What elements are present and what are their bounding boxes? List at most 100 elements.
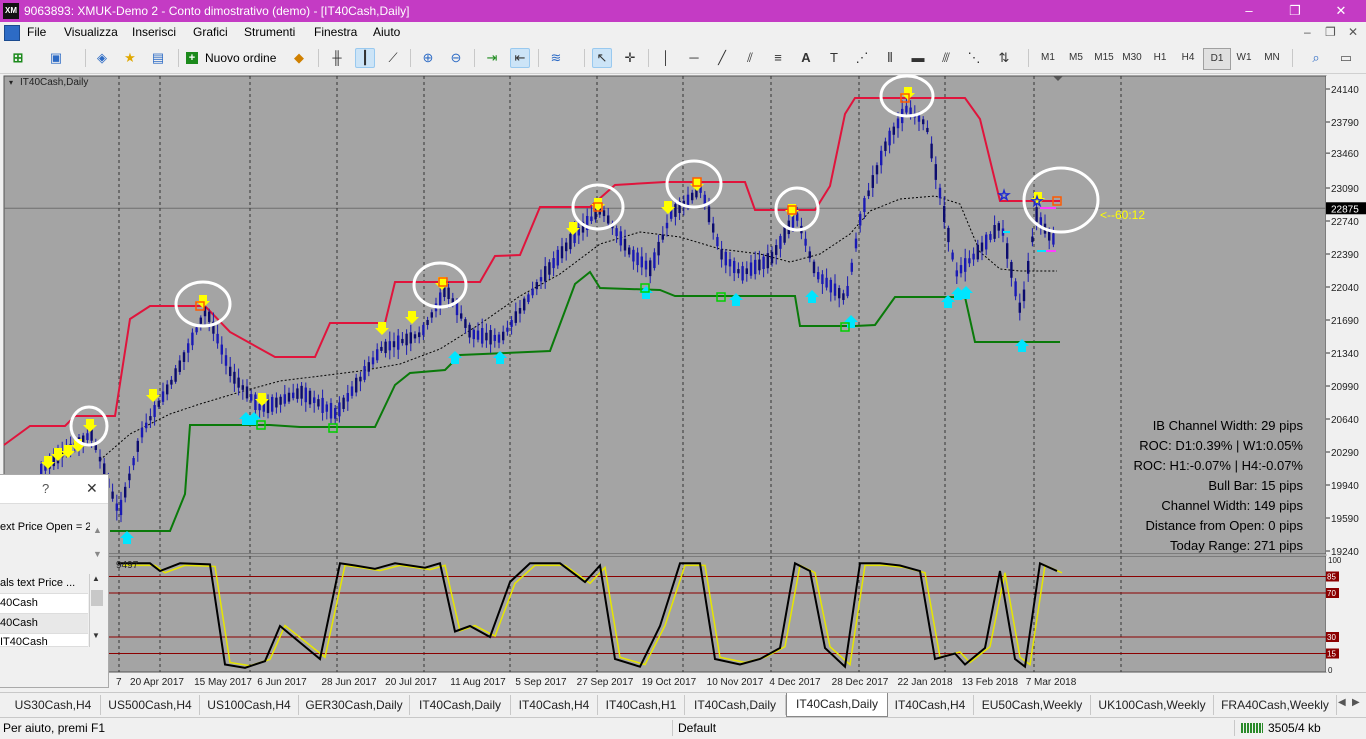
- candle-body: [502, 331, 505, 341]
- close-icon[interactable]: ✕: [86, 480, 98, 497]
- auto-trading-icon[interactable]: ◆: [289, 48, 309, 68]
- candle-body: [943, 206, 946, 222]
- tab-it40cash-daily[interactable]: IT40Cash,Daily: [410, 695, 511, 715]
- timeframe-mn[interactable]: MN: [1259, 48, 1285, 68]
- fibonacci-icon[interactable]: ≡: [768, 48, 788, 68]
- tab-us500cash-h4[interactable]: US500Cash,H4: [101, 695, 200, 715]
- candle-body: [115, 503, 118, 511]
- tab-it40cash-daily-active[interactable]: IT40Cash,Daily: [786, 693, 888, 717]
- timeframe-w1[interactable]: W1: [1231, 48, 1257, 68]
- chevron-left-icon[interactable]: ◀: [1338, 697, 1346, 708]
- menu-file[interactable]: File: [27, 25, 46, 39]
- candle-body: [304, 387, 307, 403]
- terminal-icon[interactable]: ▤: [148, 48, 168, 68]
- arrows-icon[interactable]: ⇅: [994, 48, 1014, 68]
- candle-body: [237, 377, 240, 388]
- channel-icon[interactable]: ⫻: [936, 48, 956, 68]
- timeframe-h1[interactable]: H1: [1147, 48, 1173, 68]
- candle-body: [489, 330, 492, 345]
- menu-visualizza[interactable]: Visualizza: [64, 25, 118, 39]
- menu-inserisci[interactable]: Inserisci: [132, 25, 176, 39]
- timeframe-d1[interactable]: D1: [1203, 48, 1231, 70]
- crosshair-icon[interactable]: ✛: [620, 48, 640, 68]
- text-label-icon[interactable]: T: [824, 48, 844, 68]
- rectangle-icon[interactable]: ▬: [908, 48, 928, 68]
- chart-window-icon[interactable]: [4, 25, 20, 41]
- chevron-down-icon[interactable]: ▼: [93, 549, 102, 559]
- market-watch-icon[interactable]: ◈: [92, 48, 112, 68]
- tab-it40cash-daily[interactable]: IT40Cash,Daily: [685, 695, 786, 715]
- vertical-line-icon[interactable]: │: [656, 48, 676, 68]
- timeframe-m1[interactable]: M1: [1035, 48, 1061, 68]
- minimize-button[interactable]: –: [1234, 2, 1264, 20]
- candlestick-chart-icon[interactable]: ┃: [355, 48, 375, 68]
- tab-it40cash-h4[interactable]: IT40Cash,H4: [887, 695, 974, 715]
- candle-body: [476, 330, 480, 340]
- tab-us30cash-h4[interactable]: US30Cash,H4: [6, 695, 101, 715]
- list-header[interactable]: als text Price ...: [0, 574, 88, 594]
- price-chart[interactable]: ☆ ☆ 2414023790234602309022740223902204021…: [0, 74, 1366, 690]
- chart-shift-icon[interactable]: ⇤: [510, 48, 530, 68]
- tab-us100cash-h4[interactable]: US100Cash,H4: [200, 695, 299, 715]
- equidistant-channel-icon[interactable]: ⫽: [740, 48, 760, 68]
- candle-body: [829, 279, 832, 293]
- tab-ger30cash-daily[interactable]: GER30Cash,Daily: [299, 695, 410, 715]
- tab-it40cash-h4[interactable]: IT40Cash,H4: [511, 695, 598, 715]
- new-chart-icon[interactable]: ⊞: [8, 48, 28, 68]
- tab-uk100cash-weekly[interactable]: UK100Cash,Weekly: [1091, 695, 1214, 715]
- candle-body: [653, 252, 656, 269]
- tab-it40cash-h1[interactable]: IT40Cash,H1: [598, 695, 685, 715]
- timeframe-m15[interactable]: M15: [1091, 48, 1117, 68]
- scroll-thumb[interactable]: [91, 590, 103, 606]
- chevron-up-icon[interactable]: ▲: [93, 525, 102, 535]
- chevron-up-icon[interactable]: ▲: [92, 574, 100, 583]
- trendline-icon[interactable]: ╱: [712, 48, 732, 68]
- mdi-close-button[interactable]: ✕: [1348, 25, 1358, 39]
- menu-strumenti[interactable]: Strumenti: [244, 25, 295, 39]
- mdi-minimize-button[interactable]: –: [1304, 25, 1311, 39]
- cursor-icon[interactable]: ↖: [592, 48, 612, 68]
- text-icon[interactable]: A: [796, 48, 816, 68]
- menu-aiuto[interactable]: Aiuto: [373, 25, 400, 39]
- new-order-icon[interactable]: +: [186, 52, 198, 64]
- restore-button[interactable]: ❐: [1280, 2, 1310, 20]
- chevron-right-icon[interactable]: ▶: [1352, 697, 1360, 708]
- zoom-in-icon[interactable]: ⊕: [418, 48, 438, 68]
- candle-body: [346, 392, 349, 402]
- chevron-down-icon[interactable]: ▼: [92, 631, 100, 640]
- menu-grafici[interactable]: Grafici: [193, 25, 228, 39]
- tab-fra40cash-weekly[interactable]: FRA40Cash,Weekly: [1214, 695, 1337, 715]
- close-button[interactable]: ✕: [1326, 2, 1356, 20]
- help-icon[interactable]: ?: [42, 481, 49, 496]
- zoom-out-icon[interactable]: ⊖: [446, 48, 466, 68]
- connection-icon[interactable]: [1241, 723, 1263, 733]
- candle-body: [875, 165, 879, 175]
- search-icon[interactable]: ⌕: [1306, 48, 1326, 68]
- new-order-button[interactable]: Nuovo ordine: [205, 48, 276, 68]
- timeframe-m30[interactable]: M30: [1119, 48, 1145, 68]
- navigator-icon[interactable]: ★: [120, 48, 140, 68]
- timeframe-h4[interactable]: H4: [1175, 48, 1201, 68]
- pitchfork-icon[interactable]: ⋱: [964, 48, 984, 68]
- list-scrollbar[interactable]: ▲ ▼: [89, 574, 105, 647]
- indicator-dialog[interactable]: ? ✕ ext Price Open = 2 ▲ ▼ als text Pric…: [0, 474, 109, 688]
- profiles-icon[interactable]: ▣: [46, 48, 66, 68]
- line-chart-icon[interactable]: ⟋: [383, 48, 403, 68]
- list-item[interactable]: 40Cash: [0, 594, 88, 614]
- bar-chart-icon[interactable]: ╫: [327, 48, 347, 68]
- list-item[interactable]: IT40Cash: [0, 634, 88, 647]
- mdi-restore-button[interactable]: ❐: [1325, 25, 1336, 39]
- fibo-arc-icon[interactable]: ⦀: [880, 48, 900, 68]
- list-item[interactable]: 40Cash: [0, 614, 88, 634]
- auto-scroll-icon[interactable]: ⇥: [482, 48, 502, 68]
- tab-eu50cash-weekly[interactable]: EU50Cash,Weekly: [974, 695, 1091, 715]
- fibo-fan-icon[interactable]: ⋰: [852, 48, 872, 68]
- candle-body: [724, 251, 727, 266]
- candle-body: [178, 360, 181, 372]
- chart-window[interactable]: ☆ ☆ 24140 23790 23460 23090 22740 22390 22040 21…: [0, 74, 1366, 690]
- timeframe-m5[interactable]: M5: [1063, 48, 1089, 68]
- chat-icon[interactable]: ▭: [1336, 48, 1356, 68]
- indicators-icon[interactable]: ≋: [546, 48, 566, 68]
- horizontal-line-icon[interactable]: ─: [684, 48, 704, 68]
- menu-finestra[interactable]: Finestra: [314, 25, 357, 39]
